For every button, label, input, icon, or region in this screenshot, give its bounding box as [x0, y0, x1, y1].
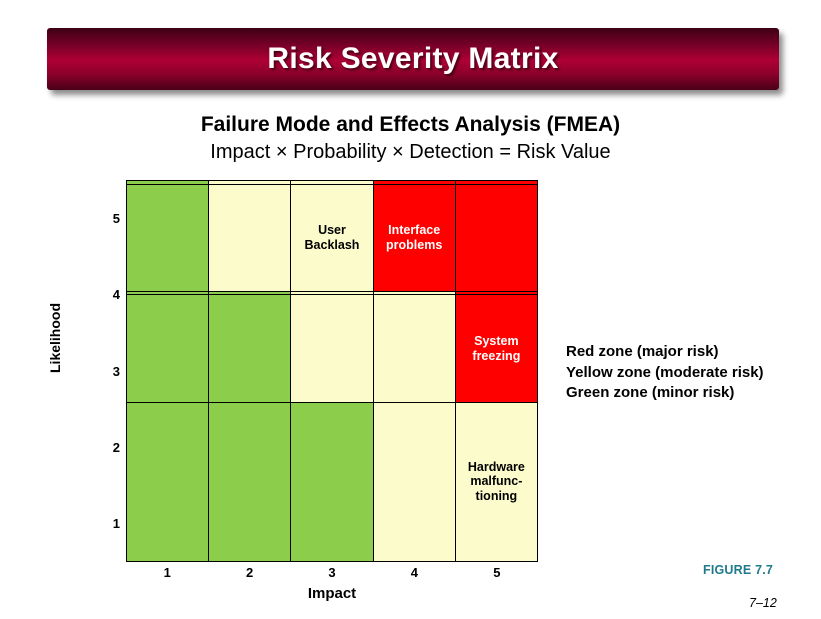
x-axis-tick: 4 — [410, 565, 419, 580]
matrix-cell-risk: User Backlash — [290, 183, 374, 292]
matrix-row: System freezing — [125, 294, 539, 403]
legend-line: Green zone (minor risk) — [566, 384, 735, 402]
matrix-cell — [290, 401, 374, 563]
y-axis-tick: 4 — [112, 287, 120, 303]
matrix-cell — [372, 401, 456, 563]
x-axis-tick: 1 — [163, 565, 171, 580]
chart-subtitle: Impact × Probability × Detection = Risk … — [210, 141, 611, 163]
chart-title: Failure Mode and Effects Analysis (FMEA) — [200, 113, 621, 136]
matrix-cell — [290, 294, 374, 403]
matrix-cell-risk: Interface problems — [372, 183, 456, 292]
matrix-cell — [454, 183, 539, 292]
slide-number: 7–12 — [749, 596, 777, 610]
matrix-cell-risk: System freezing — [454, 294, 539, 403]
x-axis-tick: 2 — [245, 565, 254, 580]
matrix-cell — [208, 294, 292, 403]
risk-matrix: User Backlash Interface problems System freez… — [125, 180, 539, 563]
y-axis-tick: 2 — [112, 439, 120, 455]
legend-line: Yellow zone (moderate risk) — [566, 363, 764, 381]
y-axis-tick: 5 — [112, 210, 120, 226]
matrix-cell — [125, 183, 210, 292]
matrix-row: Hardware malfunc-tioning — [125, 401, 539, 563]
risk-matrix-grid: User Backlash Interface problems System freez… — [125, 180, 539, 563]
legend-line: Red zone (major risk) — [566, 343, 719, 360]
x-axis-tick-labels: 1 2 3 4 5 — [126, 565, 538, 585]
x-axis-title: Impact — [307, 585, 357, 602]
risk-matrix-body: User Backlash Interface problems System freez… — [125, 180, 539, 563]
matrix-cell — [125, 294, 210, 403]
y-axis-title: Likelihood — [47, 303, 63, 373]
slide-title: Risk Severity Matrix — [267, 42, 559, 75]
matrix-cell — [208, 183, 292, 292]
matrix-cell — [125, 401, 210, 563]
matrix-cell-risk: Hardware malfunc-tioning — [454, 401, 539, 563]
y-axis-tick: 1 — [112, 516, 120, 532]
x-axis-tick: 3 — [328, 565, 336, 580]
figure-caption: FIGURE 7.7 — [703, 563, 774, 577]
matrix-cell — [372, 294, 456, 403]
x-axis-tick: 5 — [493, 565, 501, 580]
zone-legend: Red zone (major risk) Yellow zone (modera… — [566, 342, 764, 404]
matrix-row: User Backlash Interface problems — [125, 183, 539, 292]
matrix-cell — [208, 401, 292, 563]
y-axis-tick-labels: 5 4 3 2 1 — [96, 180, 120, 562]
y-axis-tick: 3 — [112, 363, 120, 379]
slide-title-banner: Risk Severity Matrix — [47, 28, 779, 90]
